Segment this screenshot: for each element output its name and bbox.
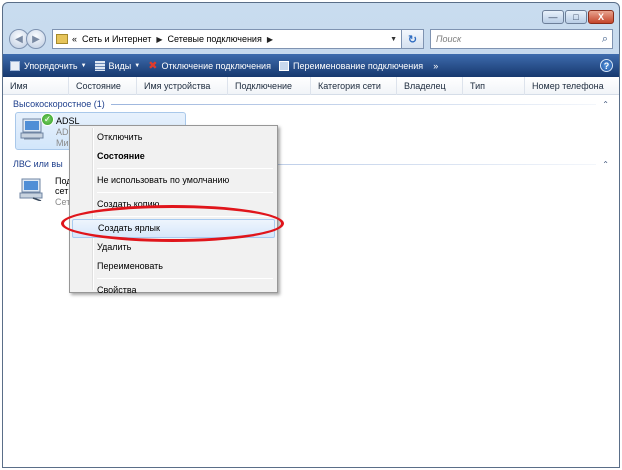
disconnect-label: Отключение подключения bbox=[161, 60, 271, 71]
menu-separator bbox=[97, 192, 273, 193]
organize-label: Упорядочить bbox=[24, 60, 78, 71]
forward-button[interactable]: ▶ bbox=[26, 29, 46, 49]
context-menu: Отключить Состояние Не использовать по у… bbox=[69, 125, 278, 295]
column-header-status[interactable]: Состояние bbox=[69, 77, 137, 95]
address-bar[interactable]: « Сеть и Интернет ▶ Сетевые подключения … bbox=[52, 29, 402, 49]
help-icon[interactable]: ? bbox=[600, 59, 613, 72]
maximize-button[interactable]: □ bbox=[565, 10, 587, 24]
address-prefix[interactable]: « bbox=[72, 34, 77, 44]
group-divider bbox=[110, 103, 597, 105]
chevron-down-icon: ▼ bbox=[80, 62, 87, 69]
views-icon bbox=[94, 60, 105, 71]
organize-icon bbox=[10, 60, 20, 71]
rename-connection-button[interactable]: Переименование подключения bbox=[278, 60, 424, 71]
menu-separator bbox=[97, 216, 273, 217]
network-folder-icon bbox=[56, 34, 68, 44]
refresh-icon: ↻ bbox=[407, 33, 418, 46]
disconnect-x-icon: ✖ bbox=[148, 59, 158, 72]
column-header-connectivity[interactable]: Подключение bbox=[228, 77, 311, 95]
breadcrumb-separator-icon[interactable]: ▶ bbox=[156, 35, 162, 44]
refresh-button[interactable]: ↻ bbox=[402, 29, 424, 49]
breadcrumb-separator-icon[interactable]: ▶ bbox=[267, 35, 273, 44]
caption-buttons: — □ X bbox=[542, 10, 614, 24]
menu-separator bbox=[97, 168, 273, 169]
connected-check-icon: ✓ bbox=[41, 113, 54, 126]
breadcrumb-network-internet[interactable]: Сеть и Интернет bbox=[82, 34, 151, 44]
column-header-name[interactable]: Имя bbox=[3, 77, 69, 95]
menu-item-rename[interactable]: Переименовать bbox=[72, 257, 275, 276]
search-placeholder: Поиск bbox=[436, 34, 462, 44]
menu-item-not-default[interactable]: Не использовать по умолчанию bbox=[72, 171, 275, 190]
search-input[interactable]: Поиск ⌕ bbox=[430, 29, 613, 49]
menu-item-status[interactable]: Состояние bbox=[72, 147, 275, 166]
menu-item-delete[interactable]: Удалить bbox=[72, 238, 275, 257]
rename-icon bbox=[278, 60, 289, 71]
chevron-down-icon: ▼ bbox=[134, 62, 141, 69]
column-header-network-category[interactable]: Категория сети bbox=[311, 77, 397, 95]
group-title: Высокоскоростное (1) bbox=[13, 99, 105, 109]
search-icon[interactable]: ⌕ bbox=[602, 33, 608, 46]
minimize-button[interactable]: — bbox=[542, 10, 564, 24]
column-header-type[interactable]: Тип bbox=[463, 77, 525, 95]
menu-item-properties[interactable]: Свойства bbox=[72, 281, 275, 300]
column-header-owner[interactable]: Владелец bbox=[397, 77, 463, 95]
menu-separator bbox=[97, 278, 273, 279]
disconnect-connection-button[interactable]: ✖ Отключение подключения bbox=[148, 59, 271, 72]
breadcrumb-network-connections[interactable]: Сетевые подключения bbox=[168, 34, 262, 44]
column-headers: Имя Состояние Имя устройства Подключение… bbox=[3, 77, 619, 95]
close-button[interactable]: X bbox=[588, 10, 614, 24]
views-label: Виды bbox=[108, 60, 132, 71]
menu-item-disconnect[interactable]: Отключить bbox=[72, 128, 275, 147]
collapse-chevron-icon[interactable]: ⌃ bbox=[602, 100, 609, 109]
forward-arrow-icon: ▶ bbox=[32, 33, 40, 45]
collapse-chevron-icon[interactable]: ⌃ bbox=[602, 160, 609, 169]
navigation-row: ◀ ▶ « Сеть и Интернет ▶ Сетевые подключе… bbox=[9, 27, 613, 51]
group-title: ЛВС или вы bbox=[13, 159, 63, 169]
menu-item-create-copy[interactable]: Создать копию bbox=[72, 195, 275, 214]
toolbar-more-button[interactable]: » bbox=[433, 61, 438, 71]
column-header-phone-number[interactable]: Номер телефона bbox=[525, 77, 619, 95]
address-dropdown-icon[interactable]: ▼ bbox=[390, 36, 397, 43]
column-header-device-name[interactable]: Имя устройства bbox=[137, 77, 228, 95]
lan-connection-icon bbox=[19, 178, 43, 201]
views-button[interactable]: Виды ▼ bbox=[94, 60, 141, 71]
organize-button[interactable]: Упорядочить ▼ bbox=[10, 60, 87, 71]
command-toolbar: Упорядочить ▼ Виды ▼ ✖ Отключение подклю… bbox=[3, 54, 619, 77]
menu-item-create-shortcut[interactable]: Создать ярлык bbox=[72, 219, 275, 238]
rename-label: Переименование подключения bbox=[292, 60, 424, 71]
back-arrow-icon: ◀ bbox=[15, 33, 23, 45]
group-header-broadband[interactable]: Высокоскоростное (1) ⌃ bbox=[13, 97, 609, 111]
